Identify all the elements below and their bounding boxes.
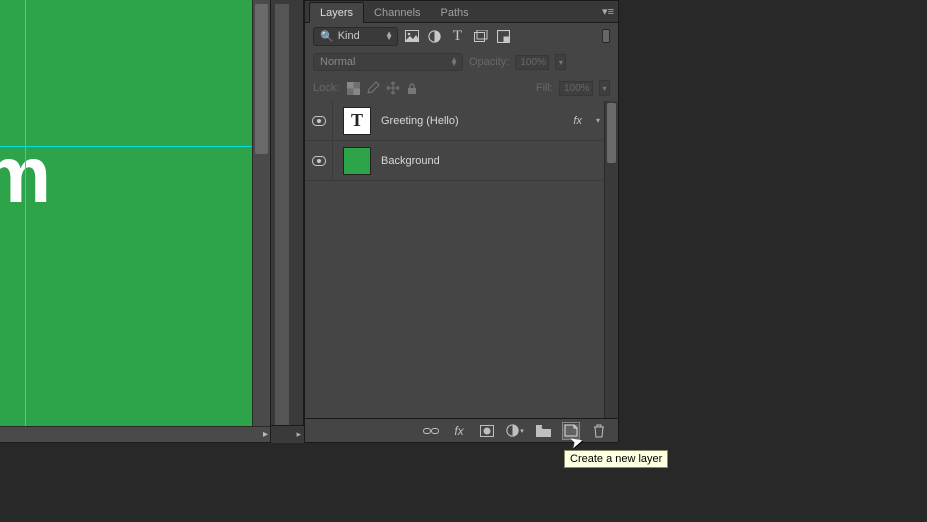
panel-footer: fx ▾ <box>305 418 618 442</box>
layer-scrollbar-thumb[interactable] <box>607 103 616 163</box>
opacity-flyout-icon[interactable]: ▾ <box>555 54 566 70</box>
layer-filter-row: 🔍 Kind ▲▼ T <box>305 23 618 49</box>
visibility-toggle[interactable] <box>305 141 333 180</box>
guide-horizontal[interactable] <box>0 146 253 147</box>
eye-icon <box>312 156 326 166</box>
lock-row: Lock: Fill: 100% ▾ <box>305 75 618 101</box>
fx-indicator[interactable]: fx <box>573 115 582 127</box>
group-icon[interactable] <box>534 422 552 440</box>
visibility-toggle[interactable] <box>305 101 333 140</box>
layer-style-icon[interactable]: fx <box>450 422 468 440</box>
fill-label: Fill: <box>536 82 553 94</box>
document-window: I m ▸ <box>0 0 271 443</box>
layers-panel: Layers Channels Paths ▾≡ 🔍 Kind ▲▼ T <box>304 0 619 443</box>
ruler-strip: ▸ <box>271 0 304 443</box>
filter-pixel-icon[interactable] <box>404 29 419 44</box>
fill-flyout-icon[interactable]: ▾ <box>599 80 610 96</box>
filter-toggle-switch[interactable] <box>602 29 610 43</box>
filter-icons: T <box>404 29 511 44</box>
delete-layer-icon[interactable] <box>590 422 608 440</box>
filter-type-icon[interactable]: T <box>450 29 465 44</box>
filter-shape-icon[interactable] <box>473 29 488 44</box>
layer-scrollbar[interactable] <box>604 101 618 418</box>
vertical-scrollbar-thumb[interactable] <box>255 4 268 154</box>
layer-list: T Greeting (Hello) fx ▾ Background <box>305 101 618 418</box>
tooltip: Create a new layer <box>564 450 668 468</box>
lock-position-icon[interactable] <box>386 81 400 95</box>
blend-mode-dropdown[interactable]: Normal ▲▼ <box>313 53 463 71</box>
lock-pixels-icon[interactable] <box>366 81 380 95</box>
tab-channels[interactable]: Channels <box>364 3 430 22</box>
tab-paths[interactable]: Paths <box>431 3 479 22</box>
horizontal-scrollbar[interactable]: ▸ <box>0 426 270 442</box>
layer-thumbnail-bg[interactable] <box>343 147 371 175</box>
filter-adjustment-icon[interactable] <box>427 29 442 44</box>
panel-tabs: Layers Channels Paths ▾≡ <box>305 1 618 23</box>
opacity-label: Opacity: <box>469 56 509 68</box>
opacity-value[interactable]: 100% <box>515 55 549 70</box>
ruler[interactable] <box>275 4 289 425</box>
vertical-scrollbar[interactable] <box>252 0 270 426</box>
filter-kind-dropdown[interactable]: 🔍 Kind ▲▼ <box>313 27 398 46</box>
zoom-corner[interactable]: ▸ <box>271 425 304 443</box>
layer-name[interactable]: Background <box>381 155 600 167</box>
scroll-right-icon[interactable]: ▸ <box>263 429 268 440</box>
panel-menu-icon[interactable]: ▾≡ <box>602 5 614 18</box>
blend-row: Normal ▲▼ Opacity: 100% ▾ <box>305 49 618 75</box>
search-icon: 🔍 <box>320 30 334 43</box>
fx-expand-icon[interactable]: ▾ <box>596 116 600 125</box>
eye-icon <box>312 116 326 126</box>
layer-name[interactable]: Greeting (Hello) <box>381 115 563 127</box>
adjustment-layer-icon[interactable]: ▾ <box>506 422 524 440</box>
lock-all-icon[interactable] <box>406 82 418 95</box>
canvas-content[interactable]: I m <box>0 0 253 427</box>
link-layers-icon[interactable] <box>422 422 440 440</box>
layer-row[interactable]: Background <box>305 141 618 181</box>
fill-value[interactable]: 100% <box>559 81 593 96</box>
guide-vertical[interactable] <box>25 0 26 427</box>
layer-row[interactable]: T Greeting (Hello) fx ▾ <box>305 101 618 141</box>
filter-smartobject-icon[interactable] <box>496 29 511 44</box>
layer-mask-icon[interactable] <box>478 422 496 440</box>
layer-thumbnail-type[interactable]: T <box>343 107 371 135</box>
artwork-text: I m <box>0 60 45 210</box>
new-layer-icon[interactable] <box>562 422 580 440</box>
tab-layers[interactable]: Layers <box>309 2 364 23</box>
lock-transparency-icon[interactable] <box>347 82 360 95</box>
lock-label: Lock: <box>313 82 339 94</box>
